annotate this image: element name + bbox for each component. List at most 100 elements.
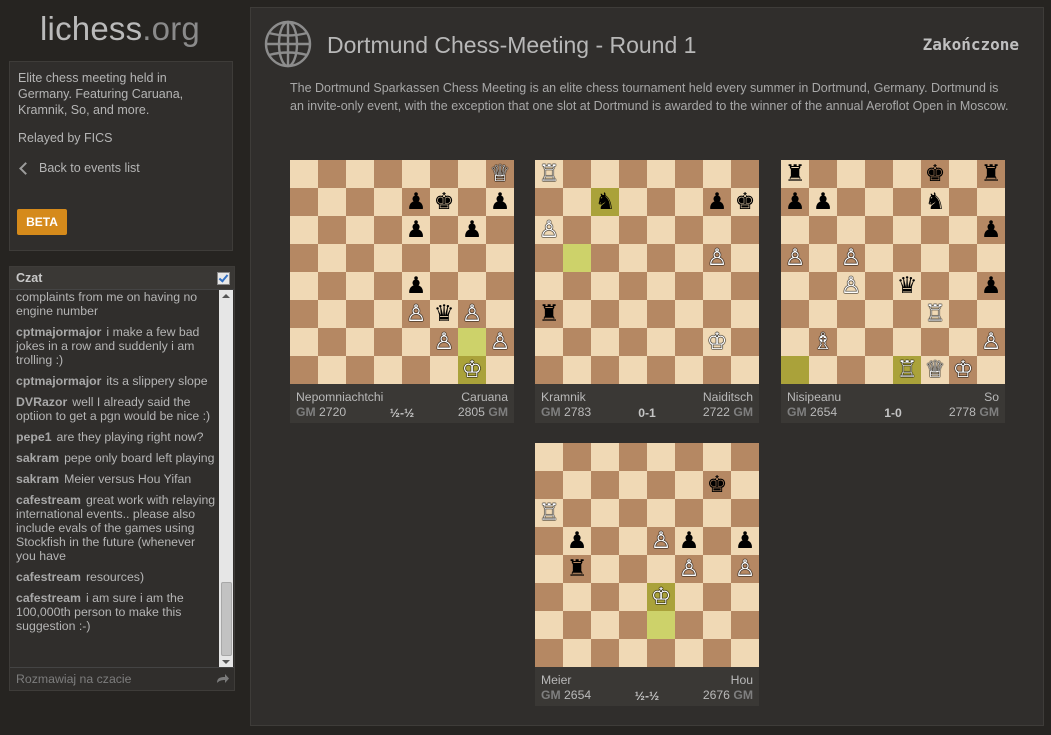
board-square bbox=[535, 272, 563, 300]
chat-toggle-checkbox[interactable] bbox=[217, 271, 230, 285]
white-rook-icon: ♖ bbox=[896, 357, 918, 383]
game-result: 0-1 bbox=[638, 406, 656, 420]
white-king-icon: ♔ bbox=[706, 329, 728, 355]
board-square bbox=[591, 300, 619, 328]
chat-message: sakram pepe only board left playing bbox=[16, 451, 216, 465]
board-square bbox=[865, 300, 893, 328]
board-square bbox=[781, 356, 809, 384]
chat-input[interactable] bbox=[14, 671, 213, 687]
black-queen-icon: ♛ bbox=[896, 273, 918, 299]
board-square bbox=[647, 555, 675, 583]
scroll-up-arrow-icon[interactable] bbox=[222, 294, 230, 298]
board-square bbox=[374, 188, 402, 216]
chess-board[interactable]: ♖ ♞ ♟ ♚ ♙ ♙ ♜ ♔ bbox=[535, 160, 759, 384]
chess-board[interactable]: ♜ ♚ ♜ ♟ ♟ ♞ ♟ ♙ ♙ ♙ ♛ ♟ ♖ ♗ ♙ ♖ ♕ ♔ bbox=[781, 160, 1005, 384]
game-card[interactable]: ♚ ♖ ♟ ♙ ♟ ♟ ♜ ♙ ♙ ♔ Meier Hou GM 2654 2676 GM ½-½ bbox=[535, 443, 759, 706]
chat-username[interactable]: cafestream bbox=[16, 570, 81, 584]
board-square: ♟ bbox=[781, 188, 809, 216]
board-square bbox=[619, 639, 647, 667]
chat-username[interactable]: cafestream bbox=[16, 493, 81, 507]
beta-button[interactable]: BETA bbox=[17, 209, 67, 235]
board-square bbox=[563, 216, 591, 244]
board-square bbox=[535, 555, 563, 583]
board-square: ♛ bbox=[430, 300, 458, 328]
chat-username[interactable]: cptmajormajor bbox=[16, 325, 101, 339]
chat-text: are they playing right now? bbox=[56, 430, 204, 444]
board-square bbox=[619, 443, 647, 471]
black-pawn-icon: ♟ bbox=[980, 273, 1002, 299]
event-main-panel: Dortmund Chess-Meeting - Round 1 Zakończ… bbox=[250, 7, 1044, 726]
black-pawn-icon: ♟ bbox=[678, 528, 700, 554]
board-square bbox=[619, 272, 647, 300]
back-to-events-link[interactable]: Back to events list bbox=[18, 160, 224, 176]
black-pawn-icon: ♟ bbox=[784, 189, 806, 215]
board-square bbox=[809, 356, 837, 384]
white-player-name: Meier bbox=[541, 673, 572, 687]
chat-username[interactable]: cafestream bbox=[16, 591, 81, 605]
board-square bbox=[591, 583, 619, 611]
board-square: ♔ bbox=[647, 583, 675, 611]
board-square bbox=[591, 555, 619, 583]
board-square: ♙ bbox=[535, 216, 563, 244]
board-square bbox=[647, 611, 675, 639]
board-square bbox=[865, 216, 893, 244]
board-square: ♜ bbox=[977, 160, 1005, 188]
board-square bbox=[346, 216, 374, 244]
lichess-logo[interactable]: lichess.org bbox=[40, 10, 200, 48]
board-square: ♖ bbox=[535, 499, 563, 527]
white-player-name: Kramnik bbox=[541, 390, 586, 404]
scrollbar-thumb[interactable] bbox=[221, 582, 232, 656]
chess-board[interactable]: ♕ ♟ ♚ ♟ ♟ ♟ ♟ ♙ ♛ ♙ ♙ ♙ ♔ bbox=[290, 160, 514, 384]
scroll-down-arrow-icon[interactable] bbox=[222, 660, 230, 664]
chat-message: cafestream i am sure i am the 100,000th p… bbox=[16, 591, 216, 633]
game-card[interactable]: ♖ ♞ ♟ ♚ ♙ ♙ ♜ ♔ Kramnik Naiditsch GM 2783 2722 GM 0-… bbox=[535, 160, 759, 423]
board-square bbox=[977, 244, 1005, 272]
game-card[interactable]: ♜ ♚ ♜ ♟ ♟ ♞ ♟ ♙ ♙ ♙ ♛ ♟ ♖ ♗ ♙ ♖ ♕ ♔ Nisipeanu So GM 2654 2778… bbox=[781, 160, 1005, 423]
board-square bbox=[535, 244, 563, 272]
board-square bbox=[949, 216, 977, 244]
board-square bbox=[374, 328, 402, 356]
white-pawn-icon: ♙ bbox=[734, 556, 756, 582]
board-square bbox=[619, 611, 647, 639]
game-card[interactable]: ♕ ♟ ♚ ♟ ♟ ♟ ♟ ♙ ♛ ♙ ♙ ♙ ♔ Nepomniachtchi Caruana GM 272… bbox=[290, 160, 514, 423]
board-square bbox=[977, 300, 1005, 328]
send-arrow-icon[interactable] bbox=[216, 674, 230, 684]
board-square bbox=[703, 300, 731, 328]
board-square bbox=[458, 160, 486, 188]
chess-board[interactable]: ♚ ♖ ♟ ♙ ♟ ♟ ♜ ♙ ♙ ♔ bbox=[535, 443, 759, 667]
board-square: ♟ bbox=[731, 527, 759, 555]
board-square: ♚ bbox=[921, 160, 949, 188]
board-square bbox=[486, 300, 514, 328]
board-square bbox=[865, 356, 893, 384]
board-square bbox=[865, 272, 893, 300]
board-square: ♙ bbox=[731, 555, 759, 583]
chat-username[interactable]: sakram bbox=[16, 472, 59, 486]
black-player-name: So bbox=[984, 390, 999, 404]
board-square: ♟ bbox=[486, 188, 514, 216]
board-square bbox=[837, 188, 865, 216]
chat-username[interactable]: sakram bbox=[16, 451, 59, 465]
game-players: Nepomniachtchi Caruana GM 2720 2805 GM ½-½ bbox=[290, 384, 514, 423]
board-square: ♚ bbox=[731, 188, 759, 216]
board-square bbox=[535, 443, 563, 471]
board-square: ♟ bbox=[402, 188, 430, 216]
chat-username[interactable]: DVRazor bbox=[16, 395, 67, 409]
chat-text: its a slippery slope bbox=[106, 374, 208, 388]
board-square bbox=[563, 499, 591, 527]
board-square bbox=[647, 639, 675, 667]
board-square bbox=[809, 272, 837, 300]
board-square bbox=[535, 639, 563, 667]
board-square bbox=[458, 328, 486, 356]
chat-username[interactable]: cptmajormajor bbox=[16, 374, 101, 388]
white-queen-icon: ♕ bbox=[924, 357, 946, 383]
board-square bbox=[374, 300, 402, 328]
board-square bbox=[675, 244, 703, 272]
board-square bbox=[290, 356, 318, 384]
chat-scrollbar[interactable] bbox=[219, 290, 233, 668]
board-square bbox=[591, 272, 619, 300]
chat-username[interactable]: pepe1 bbox=[16, 430, 52, 444]
game-result: ½-½ bbox=[389, 406, 415, 420]
board-square bbox=[675, 471, 703, 499]
black-king-icon: ♚ bbox=[433, 189, 455, 215]
chat-message: DVRazor well I already said the optiion t… bbox=[16, 395, 216, 423]
